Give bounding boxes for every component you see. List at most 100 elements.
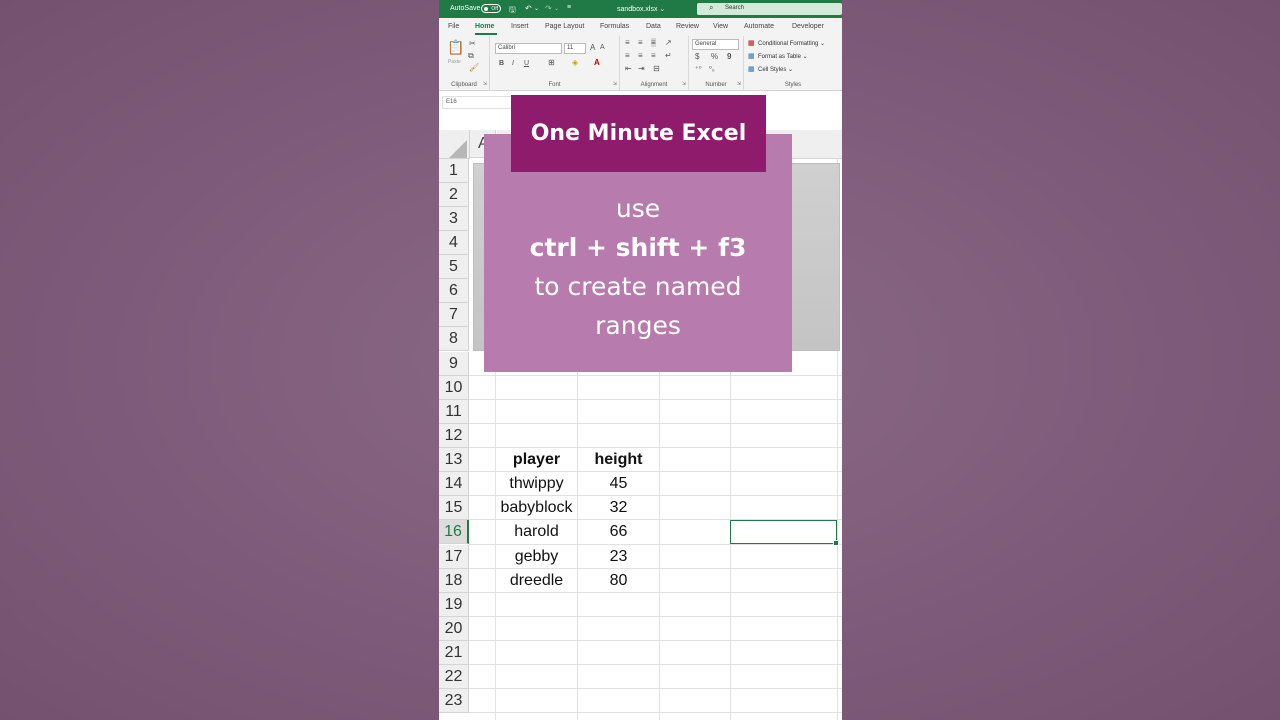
row-header-10[interactable]: 10 <box>439 376 469 400</box>
undo-dropdown-icon[interactable]: ⌄ <box>534 5 539 12</box>
row-header-19[interactable]: 19 <box>439 593 469 617</box>
row-header-5[interactable]: 5 <box>439 255 469 279</box>
row-header-21[interactable]: 21 <box>439 641 469 665</box>
orientation-icon[interactable]: ↗ <box>665 38 672 47</box>
tab-data[interactable]: Data <box>646 23 661 30</box>
clipboard-launcher-icon[interactable]: ⇲ <box>483 81 487 87</box>
autosave-toggle[interactable]: Off <box>481 4 501 13</box>
table-cell-player[interactable]: gebby <box>496 545 577 569</box>
decrease-font-icon[interactable]: A <box>600 44 605 51</box>
row-header-8[interactable]: 8 <box>439 327 469 351</box>
row-header-17[interactable]: 17 <box>439 545 469 569</box>
underline-button[interactable]: U <box>524 60 529 67</box>
redo-dropdown-icon[interactable]: ⌄ <box>554 5 559 12</box>
table-cell-player[interactable]: babyblock <box>496 496 577 520</box>
fill-color-icon[interactable]: ◈ <box>572 58 578 67</box>
row-header-4[interactable]: 4 <box>439 231 469 255</box>
table-cell-player[interactable]: thwippy <box>496 472 577 496</box>
tab-page-layout[interactable]: Page Layout <box>545 23 584 30</box>
table-header-height[interactable]: height <box>578 448 659 472</box>
tab-insert[interactable]: Insert <box>511 23 529 30</box>
copy-icon[interactable]: ⧉ <box>468 51 474 61</box>
table-cell-height[interactable]: 45 <box>578 472 659 496</box>
format-as-table-button[interactable]: Format as Table ⌄ <box>758 53 808 60</box>
row-header-20[interactable]: 20 <box>439 617 469 641</box>
row-header-9[interactable]: 9 <box>439 352 469 376</box>
wrap-text-icon[interactable]: ↵ <box>665 51 672 60</box>
comma-button[interactable]: 9 <box>727 52 731 61</box>
tab-automate[interactable]: Automate <box>744 23 774 30</box>
middle-align-icon[interactable]: ≡ <box>638 38 643 47</box>
tab-home[interactable]: Home <box>475 23 494 30</box>
table-header-player[interactable]: player <box>496 448 577 472</box>
row-header-22[interactable]: 22 <box>439 665 469 689</box>
save-icon[interactable]: 🖫 <box>509 4 516 18</box>
tab-formulas[interactable]: Formulas <box>600 23 629 30</box>
font-size-box[interactable]: 11 <box>564 43 586 54</box>
row-header-15[interactable]: 15 <box>439 496 469 520</box>
font-color-icon[interactable]: A <box>594 58 600 67</box>
select-all-button[interactable] <box>439 130 470 159</box>
bottom-align-icon[interactable]: ≡ <box>651 38 656 47</box>
number-launcher-icon[interactable]: ⇲ <box>737 81 741 87</box>
tab-developer[interactable]: Developer <box>792 23 824 30</box>
row-header-23[interactable]: 23 <box>439 689 469 713</box>
table-cell-height[interactable]: 66 <box>578 520 659 544</box>
cut-icon[interactable]: ✂ <box>469 39 476 48</box>
conditional-formatting-button[interactable]: Conditional Formatting ⌄ <box>758 40 825 47</box>
format-painter-icon[interactable]: 🖌 <box>469 63 479 72</box>
align-right-icon[interactable]: ≡ <box>651 51 656 60</box>
row-header-1[interactable]: 1 <box>439 159 469 183</box>
tip-line-use: use <box>615 194 661 223</box>
alignment-launcher-icon[interactable]: ⇲ <box>682 81 686 87</box>
increase-decimal-icon[interactable]: ⁺⁰ <box>695 65 702 73</box>
tab-review[interactable]: Review <box>676 23 699 30</box>
increase-font-icon[interactable]: A <box>590 43 595 52</box>
top-align-icon[interactable]: ≡ <box>625 38 630 47</box>
customize-qat-icon[interactable]: ≡ <box>567 4 571 11</box>
merge-center-icon[interactable]: ⊟ <box>653 64 660 73</box>
align-center-icon[interactable]: ≡ <box>638 51 643 60</box>
undo-icon[interactable]: ↶ <box>525 4 532 13</box>
active-cell-e16[interactable] <box>730 520 839 546</box>
italic-button[interactable]: I <box>512 60 514 67</box>
row-header-11[interactable]: 11 <box>439 400 469 424</box>
gridline-row <box>469 640 842 641</box>
row-header-6[interactable]: 6 <box>439 279 469 303</box>
font-name-box[interactable]: Calibri <box>495 43 562 54</box>
row-header-18[interactable]: 18 <box>439 569 469 593</box>
table-cell-height[interactable]: 23 <box>578 545 659 569</box>
bold-button[interactable]: B <box>499 60 504 67</box>
file-name[interactable]: sandbox.xlsx ⌄ <box>617 5 665 13</box>
font-launcher-icon[interactable]: ⇲ <box>613 81 617 87</box>
table-cell-player[interactable]: harold <box>496 520 577 544</box>
row-header-3[interactable]: 3 <box>439 207 469 231</box>
percent-button[interactable]: % <box>711 52 718 61</box>
increase-indent-icon[interactable]: ⇥ <box>638 64 645 73</box>
align-left-icon[interactable]: ≡ <box>625 51 630 60</box>
table-cell-player[interactable]: dreedle <box>496 569 577 593</box>
table-cell-height[interactable]: 80 <box>578 569 659 593</box>
row-header-2[interactable]: 2 <box>439 183 469 207</box>
decrease-indent-icon[interactable]: ⇤ <box>625 64 632 73</box>
paste-icon[interactable]: 📋 <box>447 39 464 56</box>
row-header-7[interactable]: 7 <box>439 303 469 327</box>
tab-view[interactable]: View <box>713 23 728 30</box>
select-all-triangle-icon <box>449 140 467 158</box>
gridline-row <box>469 375 842 376</box>
table-cell-height[interactable]: 32 <box>578 496 659 520</box>
name-box[interactable]: E16 <box>442 96 515 109</box>
row-header-16[interactable]: 16 <box>439 520 469 544</box>
decrease-decimal-icon[interactable]: ⁰₀ <box>709 65 715 73</box>
search-box[interactable]: ⌕ Search <box>697 3 842 15</box>
currency-button[interactable]: $ <box>695 52 699 61</box>
redo-icon[interactable]: ↷ <box>545 4 552 13</box>
row-header-12[interactable]: 12 <box>439 424 469 448</box>
borders-icon[interactable]: ⊞ <box>548 58 555 67</box>
cell-styles-button[interactable]: Cell Styles ⌄ <box>758 66 793 73</box>
gridline-row <box>469 688 842 689</box>
tab-file[interactable]: File <box>448 23 459 30</box>
row-header-14[interactable]: 14 <box>439 472 469 496</box>
row-header-13[interactable]: 13 <box>439 448 469 472</box>
number-format-box[interactable]: General <box>692 39 739 50</box>
